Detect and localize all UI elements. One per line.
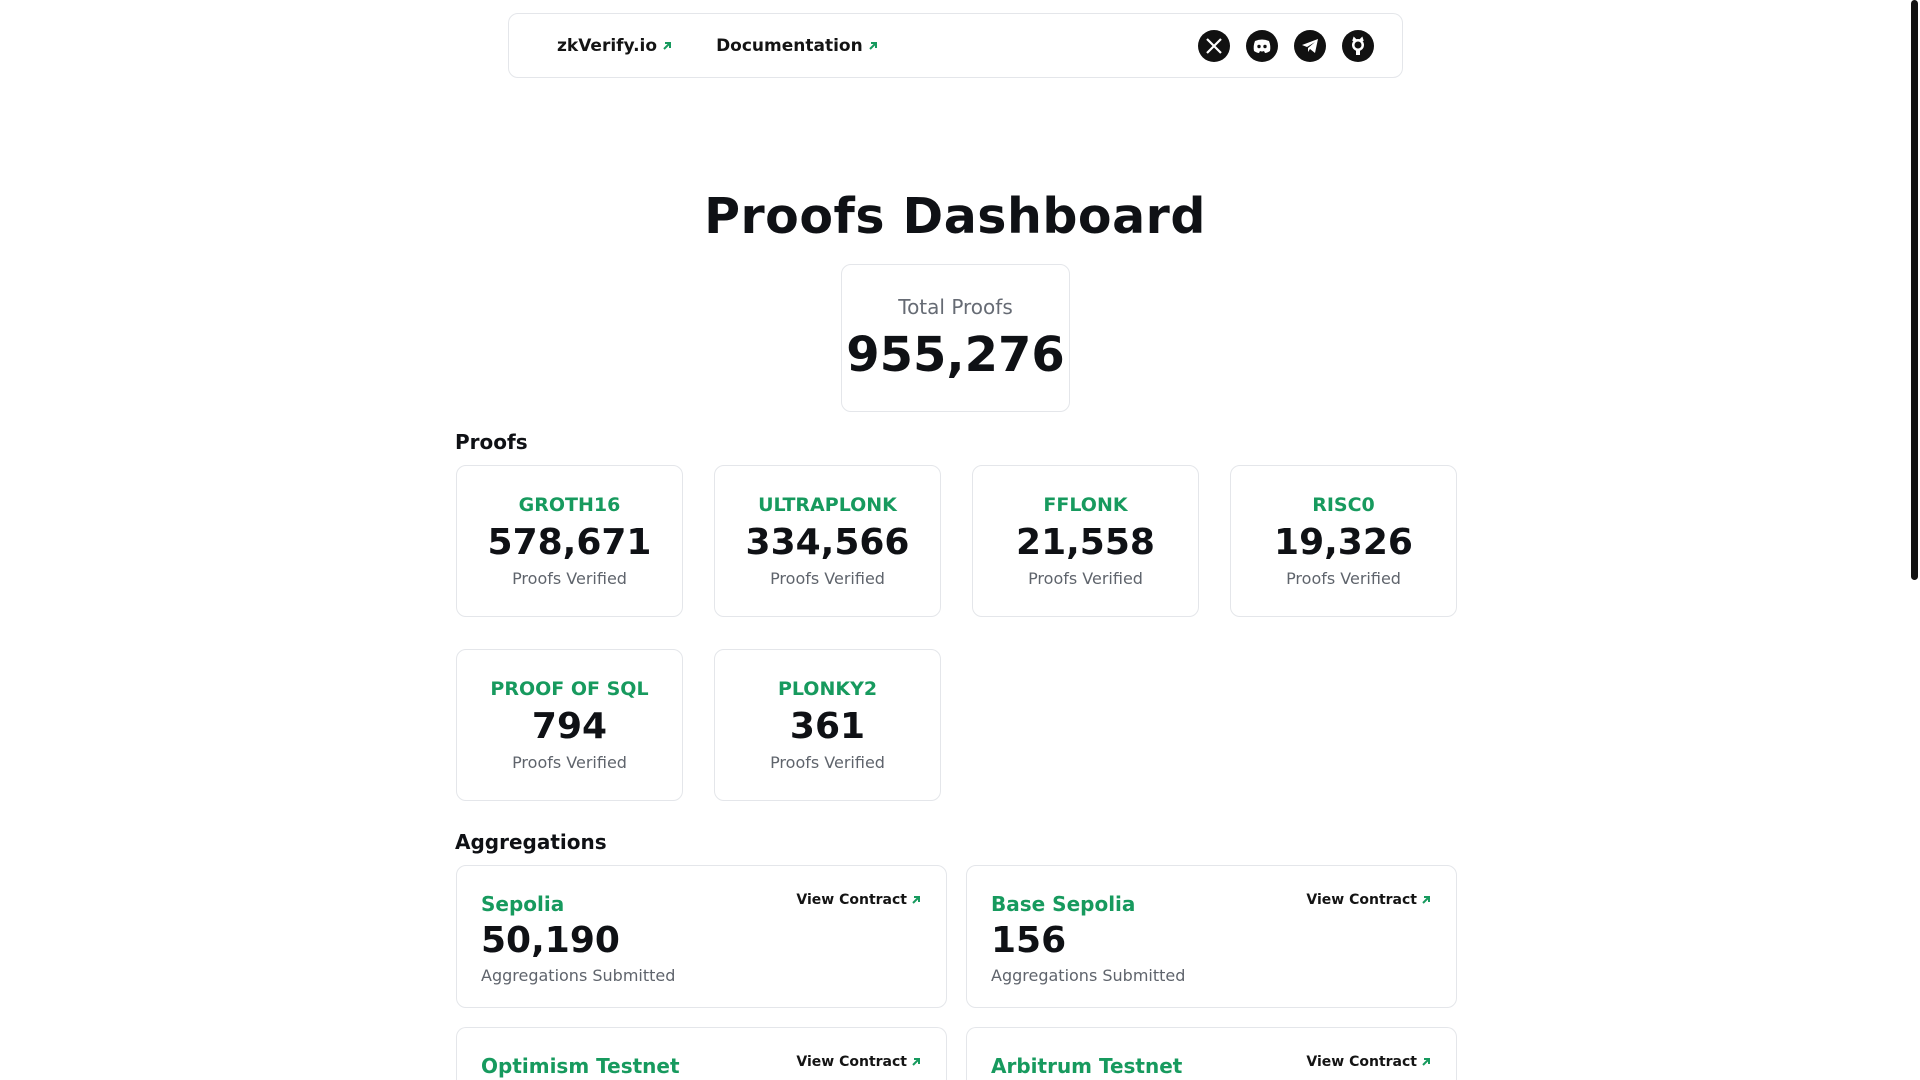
discord-icon — [1253, 39, 1271, 53]
external-link-arrow-icon — [869, 41, 877, 50]
proof-value: 794 — [531, 706, 608, 747]
proof-caption: Proofs Verified — [512, 569, 627, 588]
view-contract-label: View Contract — [796, 1054, 907, 1070]
total-proofs-card: Total Proofs 955,276 — [841, 264, 1070, 412]
view-contract-label: View Contract — [796, 892, 907, 908]
aggregation-caption: Aggregations Submitted — [991, 966, 1186, 985]
zkverify-link-label: zkVerify.io — [557, 35, 658, 56]
proof-card-groth16: GROTH16 578,671 Proofs Verified — [456, 465, 683, 617]
page-title: Proofs Dashboard — [704, 188, 1206, 245]
aggregation-card-base-sepolia: Base Sepolia 156 Aggregations Submitted … — [966, 865, 1457, 1008]
aggregation-card-optimism-testnet: Optimism Testnet View Contract — [456, 1027, 947, 1080]
proof-caption: Proofs Verified — [512, 753, 627, 772]
proof-name: FFLONK — [1043, 494, 1128, 516]
view-contract-link[interactable]: View Contract — [1306, 892, 1432, 908]
discord-button[interactable] — [1246, 29, 1278, 62]
social-links — [1198, 29, 1374, 62]
view-contract-label: View Contract — [1306, 892, 1417, 908]
external-link-arrow-icon — [1422, 1058, 1430, 1066]
external-link-arrow-icon — [912, 896, 920, 904]
external-link-arrow-icon — [912, 1058, 920, 1066]
x-button[interactable] — [1198, 29, 1230, 62]
proof-value: 578,671 — [487, 522, 652, 563]
view-contract-label: View Contract — [1306, 1054, 1417, 1070]
proof-card-proof-of-sql: PROOF OF SQL 794 Proofs Verified — [456, 649, 683, 801]
proofs-section-title: Proofs — [455, 430, 528, 454]
aggregation-card-sepolia: Sepolia 50,190 Aggregations Submitted Vi… — [456, 865, 947, 1008]
page: zkVerify.io Documentation Proofs Dashboa… — [0, 0, 1920, 1080]
github-icon — [1352, 36, 1364, 55]
proof-value: 361 — [789, 706, 866, 747]
view-contract-link[interactable]: View Contract — [796, 1054, 922, 1070]
aggregation-value: 156 — [991, 920, 1067, 961]
documentation-link-label: Documentation — [716, 35, 863, 56]
x-icon — [1206, 37, 1222, 54]
telegram-button[interactable] — [1294, 29, 1326, 62]
external-link-arrow-icon — [1422, 896, 1430, 904]
aggregation-value: 50,190 — [481, 920, 620, 961]
telegram-icon — [1302, 38, 1318, 53]
proof-caption: Proofs Verified — [1028, 569, 1143, 588]
aggregation-name: Optimism Testnet — [481, 1054, 680, 1078]
proof-caption: Proofs Verified — [770, 569, 885, 588]
aggregation-name: Arbitrum Testnet — [991, 1054, 1183, 1078]
github-button[interactable] — [1342, 29, 1374, 62]
proof-name: GROTH16 — [518, 494, 621, 516]
aggregation-card-arbitrum-testnet: Arbitrum Testnet View Contract — [966, 1027, 1457, 1080]
proof-card-risc0: RISC0 19,326 Proofs Verified — [1230, 465, 1457, 617]
proof-value: 21,558 — [1016, 522, 1155, 563]
scrollbar[interactable] — [1911, 0, 1918, 580]
proof-name: PROOF OF SQL — [490, 678, 649, 700]
proof-card-fflonk: FFLONK 21,558 Proofs Verified — [972, 465, 1199, 617]
proof-name: PLONKY2 — [777, 678, 878, 700]
total-proofs-label: Total Proofs — [898, 295, 1013, 319]
zkverify-link[interactable]: zkVerify.io — [557, 36, 673, 56]
view-contract-link[interactable]: View Contract — [1306, 1054, 1432, 1070]
aggregations-section-title: Aggregations — [455, 830, 607, 854]
proof-name: ULTRAPLONK — [758, 494, 897, 516]
proof-value: 19,326 — [1274, 522, 1413, 563]
proof-value: 334,566 — [745, 522, 910, 563]
aggregation-name: Sepolia — [481, 892, 565, 916]
aggregation-name: Base Sepolia — [991, 892, 1136, 916]
aggregation-caption: Aggregations Submitted — [481, 966, 676, 985]
proof-card-plonky2: PLONKY2 361 Proofs Verified — [714, 649, 941, 801]
view-contract-link[interactable]: View Contract — [796, 892, 922, 908]
proof-name: RISC0 — [1312, 494, 1375, 516]
proof-caption: Proofs Verified — [770, 753, 885, 772]
external-link-arrow-icon — [663, 41, 672, 50]
documentation-link[interactable]: Documentation — [716, 36, 879, 56]
proof-card-ultraplonk: ULTRAPLONK 334,566 Proofs Verified — [714, 465, 941, 617]
proof-caption: Proofs Verified — [1286, 569, 1401, 588]
top-nav: zkVerify.io Documentation — [508, 13, 1403, 78]
total-proofs-value: 955,276 — [846, 327, 1065, 383]
